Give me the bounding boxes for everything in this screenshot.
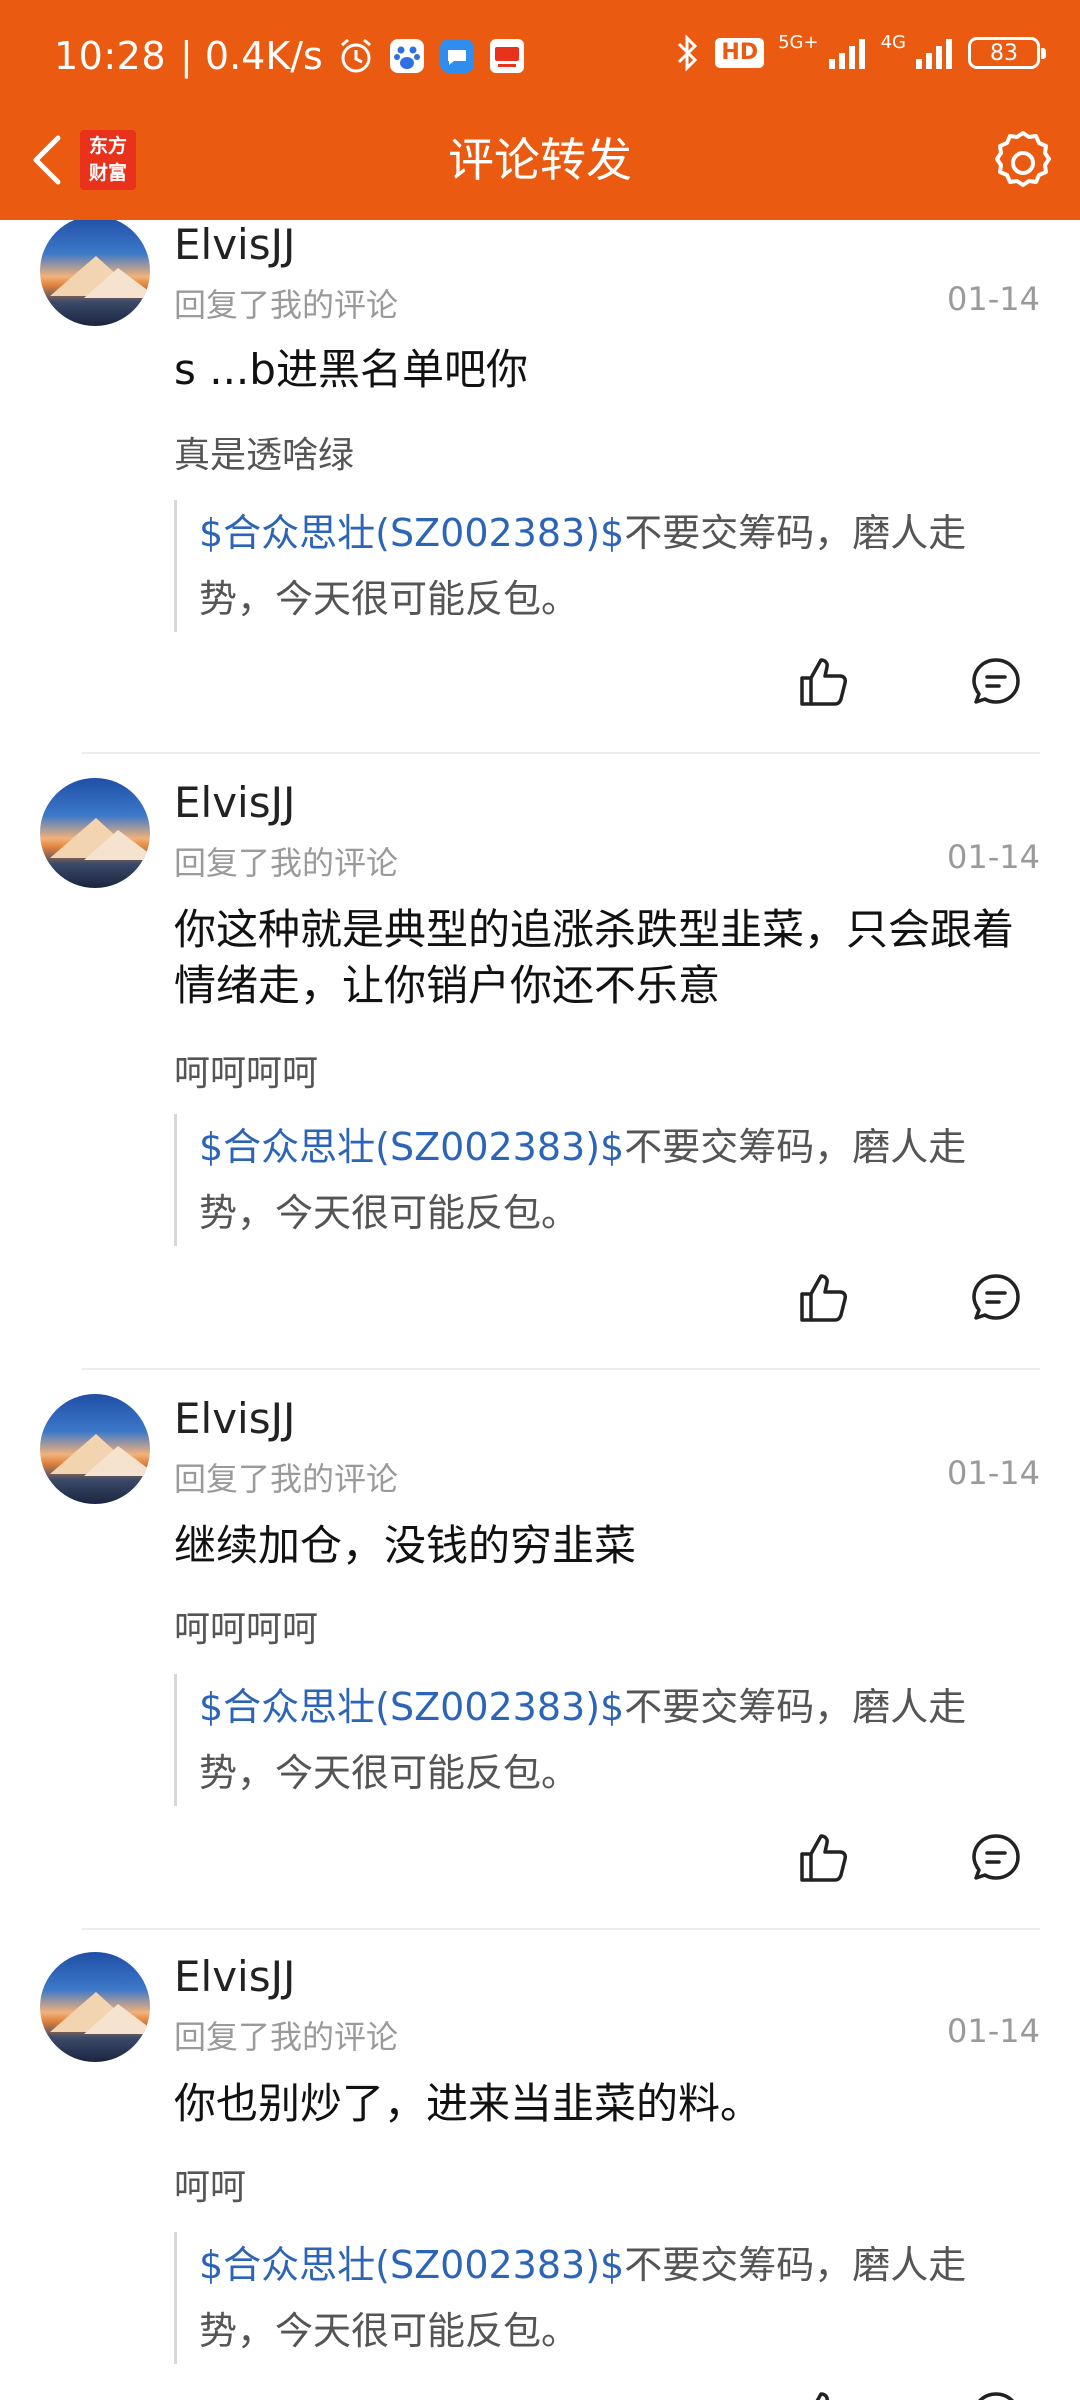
- quoted-post[interactable]: $合众思壮(SZ002383)$不要交筹码，磨人走势，今天很可能反包。: [174, 500, 994, 632]
- comment-bubble-icon[interactable]: [964, 1266, 1028, 1330]
- network-4g-label: 4G: [880, 32, 906, 53]
- thumbs-up-icon[interactable]: [792, 650, 856, 714]
- username[interactable]: ElvisJJ: [174, 1952, 295, 2001]
- comment-bubble-icon[interactable]: [964, 650, 1028, 714]
- reply-text[interactable]: 继续加仓，没钱的穷韭菜: [174, 1518, 1034, 1574]
- bluetooth-icon: [675, 34, 701, 72]
- reply-type-label: 回复了我的评论: [174, 1460, 399, 1498]
- reply-text[interactable]: 你这种就是典型的追涨杀跌型韭菜，只会跟着情绪走，让你销户你还不乐意: [174, 902, 1034, 1014]
- reply-text[interactable]: s ...b进黑名单吧你: [174, 342, 1034, 398]
- divider: [82, 1368, 1040, 1370]
- original-comment[interactable]: 呵呵呵呵: [174, 1600, 318, 1652]
- reply-type-label: 回复了我的评论: [174, 844, 399, 882]
- username[interactable]: ElvisJJ: [174, 220, 295, 269]
- thumbs-up-icon[interactable]: [792, 1266, 856, 1330]
- status-net-speed: | 0.4K/s: [180, 34, 323, 78]
- reply-text[interactable]: 你也别炒了，进来当韭菜的料。: [174, 2076, 1034, 2132]
- comment-date: 01-14: [947, 2012, 1040, 2050]
- avatar[interactable]: [40, 778, 150, 888]
- quoted-post[interactable]: $合众思壮(SZ002383)$不要交筹码，磨人走势，今天很可能反包。: [174, 2232, 994, 2364]
- page-title: 评论转发: [448, 133, 632, 187]
- status-time: 10:28: [54, 34, 167, 78]
- original-comment[interactable]: 呵呵: [174, 2158, 246, 2210]
- status-bar: 10:28 | 0.4K/s HD 5G+ 4G 83: [0, 0, 1080, 100]
- alarm-icon: [337, 37, 375, 75]
- original-comment[interactable]: 呵呵呵呵: [174, 1044, 318, 1096]
- thumbs-up-icon[interactable]: [792, 1826, 856, 1890]
- divider: [82, 1928, 1040, 1930]
- comment-date: 01-14: [947, 1454, 1040, 1492]
- avatar[interactable]: [40, 1952, 150, 2062]
- stock-link[interactable]: $合众思壮(SZ002383)$: [199, 1125, 624, 1169]
- hd-badge: HD: [715, 38, 765, 68]
- news-app-icon: [489, 38, 525, 74]
- comment-date: 01-14: [947, 838, 1040, 876]
- quoted-post[interactable]: $合众思壮(SZ002383)$不要交筹码，磨人走势，今天很可能反包。: [174, 1114, 994, 1246]
- message-app-icon: [439, 38, 475, 74]
- comment-bubble-icon[interactable]: [964, 2384, 1028, 2400]
- username[interactable]: ElvisJJ: [174, 1394, 295, 1443]
- quoted-post[interactable]: $合众思壮(SZ002383)$不要交筹码，磨人走势，今天很可能反包。: [174, 1674, 994, 1806]
- battery-indicator: 83: [968, 37, 1046, 69]
- baidu-icon: [389, 38, 425, 74]
- comment-bubble-icon[interactable]: [964, 1826, 1028, 1890]
- reply-type-label: 回复了我的评论: [174, 2018, 399, 2056]
- avatar[interactable]: [40, 1394, 150, 1504]
- avatar[interactable]: [40, 220, 150, 326]
- username[interactable]: ElvisJJ: [174, 778, 295, 827]
- comment-date: 01-14: [947, 280, 1040, 318]
- thumbs-up-icon[interactable]: [792, 2384, 856, 2400]
- signal-icon-2: [914, 37, 954, 69]
- stock-link[interactable]: $合众思壮(SZ002383)$: [199, 511, 624, 555]
- gear-icon[interactable]: [990, 128, 1056, 194]
- original-comment[interactable]: 真是透啥绿: [174, 426, 354, 478]
- reply-type-label: 回复了我的评论: [174, 286, 399, 324]
- comment-list[interactable]: ElvisJJ 回复了我的评论 01-14 s ...b进黑名单吧你 真是透啥绿…: [0, 220, 1080, 2400]
- top-nav-bar: 东方 财富 评论转发: [0, 100, 1080, 220]
- stock-link[interactable]: $合众思壮(SZ002383)$: [199, 2243, 624, 2287]
- divider: [82, 752, 1040, 754]
- signal-icon: [827, 37, 867, 69]
- network-5g-label: 5G+: [778, 32, 819, 53]
- stock-link[interactable]: $合众思壮(SZ002383)$: [199, 1685, 624, 1729]
